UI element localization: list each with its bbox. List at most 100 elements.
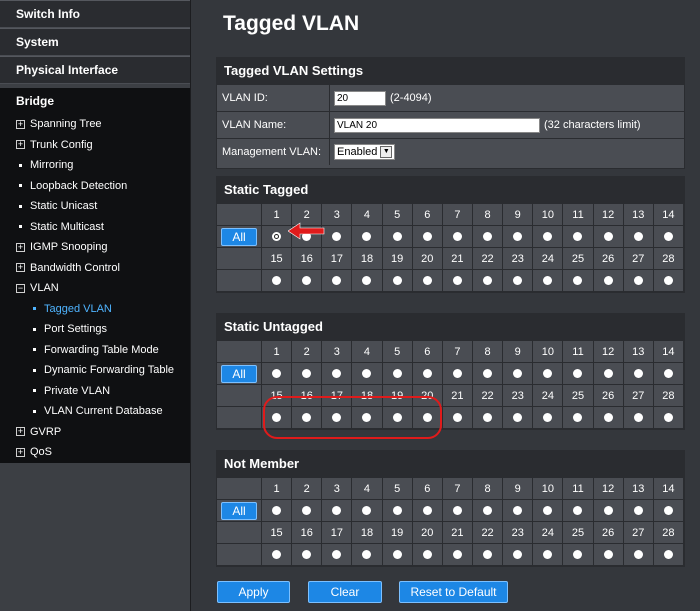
port-8-radio[interactable] (483, 232, 493, 241)
sidebar-item-physical-interface[interactable]: Physical Interface (0, 56, 190, 84)
port-24-radio[interactable] (543, 550, 553, 559)
port-14-radio[interactable] (663, 506, 673, 515)
port-26-radio[interactable] (603, 276, 613, 285)
sidebar-item-qos[interactable]: + QoS (0, 442, 190, 463)
port-2-radio[interactable] (302, 506, 312, 515)
sidebar-item-switch-info[interactable]: Switch Info (0, 0, 190, 28)
static-untagged-all-button[interactable]: All (221, 364, 257, 383)
port-7-radio[interactable] (452, 506, 462, 515)
port-3-radio[interactable] (332, 232, 342, 241)
port-24-radio[interactable] (543, 276, 553, 285)
port-11-radio[interactable] (573, 506, 583, 515)
port-11-radio[interactable] (573, 369, 583, 378)
port-14-radio[interactable] (663, 232, 673, 241)
sidebar-item-gvrp[interactable]: + GVRP (0, 422, 190, 443)
port-3-radio[interactable] (332, 369, 342, 378)
sidebar-item-system[interactable]: System (0, 28, 190, 56)
sidebar-item-dynamic-forwarding-table[interactable]: Dynamic Forwarding Table (0, 360, 190, 381)
reset-to-default-button[interactable]: Reset to Default (399, 581, 508, 603)
port-27-radio[interactable] (633, 276, 643, 285)
port-22-radio[interactable] (483, 413, 493, 422)
port-10-radio[interactable] (543, 232, 553, 241)
port-28-radio[interactable] (663, 276, 673, 285)
port-21-radio[interactable] (452, 413, 462, 422)
sidebar-item-bandwidth-control[interactable]: + Bandwidth Control (0, 258, 190, 279)
port-10-radio[interactable] (543, 369, 553, 378)
port-12-radio[interactable] (603, 232, 613, 241)
port-3-radio[interactable] (332, 506, 342, 515)
port-25-radio[interactable] (573, 276, 583, 285)
port-19-radio[interactable] (392, 550, 402, 559)
sidebar-item-spanning-tree[interactable]: + Spanning Tree (0, 114, 190, 135)
port-5-radio[interactable] (392, 232, 402, 241)
port-27-radio[interactable] (633, 413, 643, 422)
port-16-radio[interactable] (302, 550, 312, 559)
sidebar-item-tagged-vlan[interactable]: Tagged VLAN (0, 299, 190, 320)
port-13-radio[interactable] (633, 369, 643, 378)
port-25-radio[interactable] (573, 413, 583, 422)
port-23-radio[interactable] (513, 276, 523, 285)
port-6-radio[interactable] (422, 506, 432, 515)
vlan-id-input[interactable]: 20 (334, 90, 386, 106)
vlan-name-input[interactable]: VLAN 20 (334, 117, 540, 133)
port-11-radio[interactable] (573, 232, 583, 241)
port-28-radio[interactable] (663, 550, 673, 559)
port-1-radio[interactable] (272, 369, 282, 378)
clear-button[interactable]: Clear (308, 581, 382, 603)
port-5-radio[interactable] (392, 369, 402, 378)
port-9-radio[interactable] (513, 232, 523, 241)
port-5-radio[interactable] (392, 506, 402, 515)
port-7-radio[interactable] (452, 369, 462, 378)
apply-button[interactable]: Apply (217, 581, 290, 603)
sidebar-item-vlan-current-database[interactable]: VLAN Current Database (0, 401, 190, 422)
port-21-radio[interactable] (452, 276, 462, 285)
port-13-radio[interactable] (633, 232, 643, 241)
sidebar-item-mirroring[interactable]: Mirroring (0, 155, 190, 176)
port-22-radio[interactable] (483, 276, 493, 285)
sidebar-item-vlan[interactable]: − VLAN (0, 278, 190, 299)
port-9-radio[interactable] (513, 506, 523, 515)
management-vlan-select[interactable]: Enabled ▼ (334, 144, 396, 160)
sidebar-item-loopback-detection[interactable]: Loopback Detection (0, 176, 190, 197)
port-9-radio[interactable] (513, 369, 523, 378)
port-21-radio[interactable] (452, 550, 462, 559)
port-4-radio[interactable] (362, 369, 372, 378)
sidebar-item-trunk-config[interactable]: + Trunk Config (0, 135, 190, 156)
port-22-radio[interactable] (483, 550, 493, 559)
port-15-radio[interactable] (272, 550, 282, 559)
port-6-radio[interactable] (422, 369, 432, 378)
port-24-radio[interactable] (543, 413, 553, 422)
not-member-all-button[interactable]: All (221, 501, 257, 520)
port-13-radio[interactable] (633, 506, 643, 515)
sidebar-item-forwarding-table-mode[interactable]: Forwarding Table Mode (0, 340, 190, 361)
port-14-radio[interactable] (663, 369, 673, 378)
port-6-radio[interactable] (422, 232, 432, 241)
port-4-radio[interactable] (362, 506, 372, 515)
port-7-radio[interactable] (452, 232, 462, 241)
port-12-radio[interactable] (603, 506, 613, 515)
sidebar-item-static-unicast[interactable]: Static Unicast (0, 196, 190, 217)
port-27-radio[interactable] (633, 550, 643, 559)
port-1-radio[interactable] (272, 506, 282, 515)
port-12-radio[interactable] (603, 369, 613, 378)
port-17-radio[interactable] (332, 276, 342, 285)
port-15-radio[interactable] (272, 276, 282, 285)
port-8-radio[interactable] (483, 369, 493, 378)
port-10-radio[interactable] (543, 506, 553, 515)
static-tagged-all-button[interactable]: All (221, 227, 257, 246)
port-23-radio[interactable] (513, 413, 523, 422)
sidebar-item-static-multicast[interactable]: Static Multicast (0, 217, 190, 238)
port-23-radio[interactable] (513, 550, 523, 559)
port-17-radio[interactable] (332, 550, 342, 559)
port-26-radio[interactable] (603, 550, 613, 559)
port-4-radio[interactable] (362, 232, 372, 241)
port-1-radio[interactable] (272, 232, 282, 241)
port-20-radio[interactable] (422, 550, 432, 559)
port-28-radio[interactable] (663, 413, 673, 422)
sidebar-item-port-settings[interactable]: Port Settings (0, 319, 190, 340)
port-26-radio[interactable] (603, 413, 613, 422)
port-2-radio[interactable] (302, 369, 312, 378)
port-25-radio[interactable] (573, 550, 583, 559)
port-19-radio[interactable] (392, 276, 402, 285)
port-8-radio[interactable] (483, 506, 493, 515)
